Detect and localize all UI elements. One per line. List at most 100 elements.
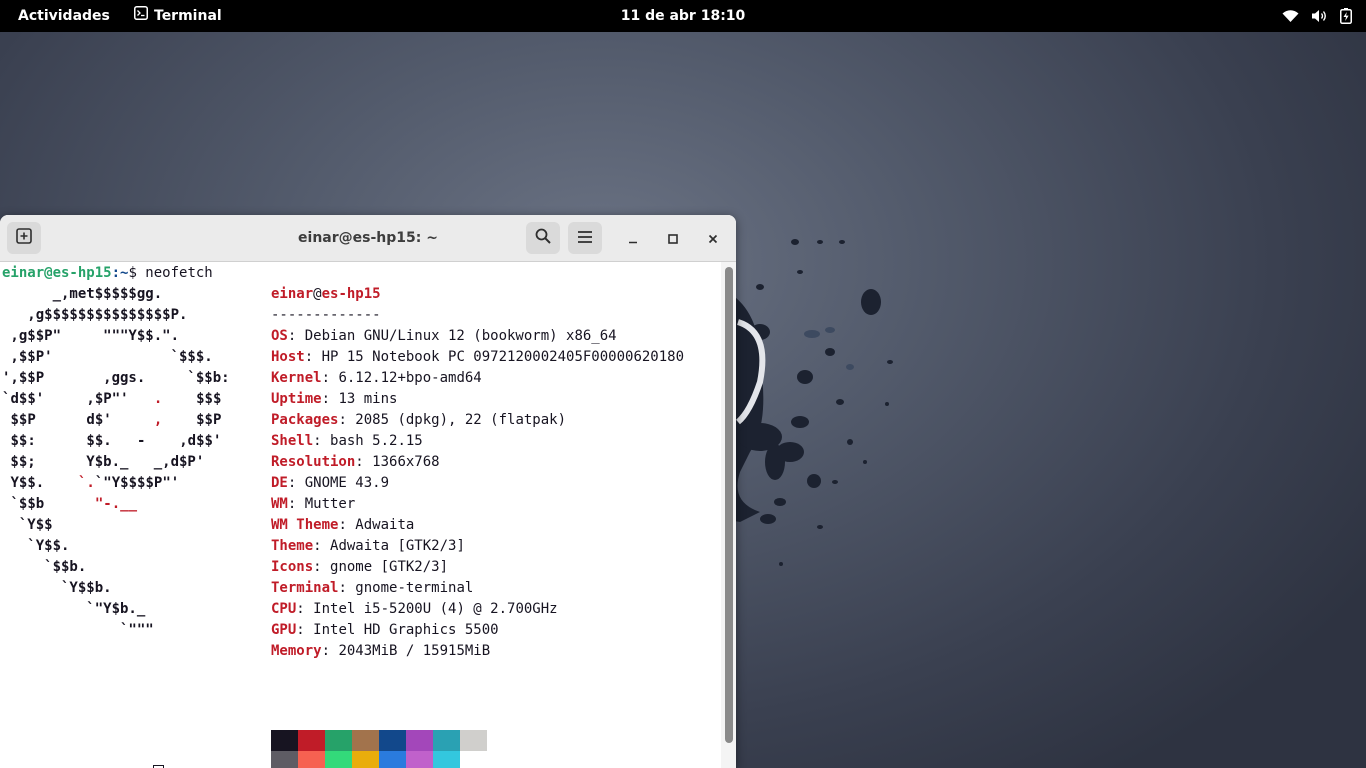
- prompt-line: einar@es-hp15:~$ neofetch: [2, 263, 213, 284]
- search-button[interactable]: [526, 222, 560, 254]
- logo-line: ,$$P' `$$$.: [2, 349, 213, 365]
- app-menu-label: Terminal: [154, 8, 222, 24]
- info-row: Memory: 2043MiB / 15915MiB: [271, 643, 491, 659]
- color-swatch: [379, 730, 406, 751]
- color-swatch: [298, 730, 325, 751]
- info-value: Intel i5-5200U (4) @ 2.700GHz: [313, 601, 558, 617]
- color-swatch: [325, 751, 352, 768]
- info-value: bash 5.2.15: [330, 433, 423, 449]
- terminal-window[interactable]: einar@es-hp15: ~ einar@es-hp15:~$ neofet…: [0, 215, 736, 768]
- info-value: Debian GNU/Linux 12 (bookworm) x86_64: [304, 328, 617, 344]
- main-menu-button[interactable]: [568, 222, 602, 254]
- prompt-user-host: einar@es-hp15: [2, 265, 112, 281]
- info-value: 6.12.12+bpo-amd64: [338, 370, 482, 386]
- prompt-command: neofetch: [145, 265, 213, 281]
- info-host: es-hp15: [321, 286, 381, 302]
- color-swatch: [379, 751, 406, 768]
- color-swatch: [271, 751, 298, 768]
- terminal-app-icon: [134, 0, 148, 32]
- color-swatch: [298, 751, 325, 768]
- color-swatch: [352, 751, 379, 768]
- logo-line: ,g$$$$$$$$$$$$$$$P.: [2, 307, 188, 323]
- info-row: Icons: gnome [GTK2/3]: [271, 559, 449, 575]
- info-value: 13 mins: [338, 391, 398, 407]
- info-value: Mutter: [304, 496, 356, 512]
- app-menu-terminal[interactable]: Terminal: [134, 0, 222, 32]
- battery-icon[interactable]: [1340, 8, 1352, 24]
- info-row: Uptime: 13 mins: [271, 391, 398, 407]
- info-separator: -------------: [271, 307, 381, 323]
- minimize-button[interactable]: [621, 226, 645, 250]
- info-value: 2085 (dpkg), 22 (flatpak): [355, 412, 567, 428]
- info-row: Terminal: gnome-terminal: [271, 580, 474, 596]
- info-key: WM Theme: [271, 517, 339, 533]
- hamburger-menu-icon: [577, 229, 593, 248]
- color-swatch: [406, 730, 433, 751]
- logo-line: `$$b "-.__: [10, 496, 137, 512]
- logo-line: ',$$P ,ggs. `$$b:: [2, 370, 230, 386]
- info-row: Kernel: 6.12.12+bpo-amd64: [271, 370, 482, 386]
- info-key: Icons: [271, 559, 314, 575]
- info-row: Packages: 2085 (dpkg), 22 (flatpak): [271, 412, 567, 428]
- volume-icon[interactable]: [1311, 9, 1328, 23]
- info-value: gnome-terminal: [355, 580, 474, 596]
- logo-line: `d$$' ,$P"' . $$$: [2, 391, 222, 407]
- info-row: Shell: bash 5.2.15: [271, 433, 423, 449]
- top-bar: Actividades Terminal 11 de abr 18:10: [0, 0, 1366, 32]
- info-row: GPU: Intel HD Graphics 5500: [271, 622, 499, 638]
- clock-label[interactable]: 11 de abr 18:10: [621, 8, 746, 24]
- logo-line: $$: $$. - ,d$$': [10, 433, 222, 449]
- color-swatch: [271, 730, 298, 751]
- info-value: GNOME 43.9: [304, 475, 390, 491]
- terminal-scrollbar[interactable]: [721, 262, 736, 768]
- close-icon: [708, 229, 718, 248]
- prompt-path: :~: [111, 265, 129, 281]
- window-headerbar[interactable]: einar@es-hp15: ~: [0, 215, 736, 262]
- wifi-icon[interactable]: [1282, 9, 1299, 23]
- info-key: CPU: [271, 601, 297, 617]
- info-row: WM: Mutter: [271, 496, 356, 512]
- logo-line: _,met$$$$$gg.: [2, 286, 163, 302]
- info-key: Resolution: [271, 454, 356, 470]
- info-key: Terminal: [271, 580, 339, 596]
- system-tray[interactable]: [1282, 0, 1352, 32]
- logo-line: `$$b.: [2, 559, 87, 575]
- logo-line: Y$$. `.`"Y$$$$P"': [10, 475, 180, 491]
- info-row: DE: GNOME 43.9: [271, 475, 390, 491]
- logo-line: `Y$$b.: [2, 580, 112, 596]
- new-tab-button[interactable]: [7, 222, 41, 254]
- info-key: Memory: [271, 643, 322, 659]
- logo-line: `"Y$b._: [2, 601, 146, 617]
- color-swatch: [433, 730, 460, 751]
- logo-line: `Y$$.: [2, 538, 70, 554]
- info-value: Adwaita: [355, 517, 415, 533]
- info-value: gnome [GTK2/3]: [330, 559, 449, 575]
- info-key: Theme: [271, 538, 314, 554]
- maximize-icon: [668, 229, 678, 248]
- logo-line: $$; Y$b._ _,d$P': [2, 454, 205, 470]
- info-row: OS: Debian GNU/Linux 12 (bookworm) x86_6…: [271, 328, 617, 344]
- color-swatch: [433, 751, 460, 768]
- info-key: Host: [271, 349, 305, 365]
- activities-button[interactable]: Actividades: [18, 0, 110, 32]
- info-user-host: einar@es-hp15: [271, 284, 381, 305]
- info-value: Adwaita [GTK2/3]: [330, 538, 465, 554]
- info-key: GPU: [271, 622, 297, 638]
- color-swatch: [325, 730, 352, 751]
- terminal-output[interactable]: einar@es-hp15:~$ neofetch _,met$$$$$gg. …: [0, 262, 720, 768]
- info-key: WM: [271, 496, 288, 512]
- info-key: Shell: [271, 433, 314, 449]
- info-key: Uptime: [271, 391, 322, 407]
- info-row: Theme: Adwaita [GTK2/3]: [271, 538, 465, 554]
- info-row: Host: HP 15 Notebook PC 0972120002405F00…: [271, 349, 685, 365]
- info-value: HP 15 Notebook PC 0972120002405F00000620…: [321, 349, 685, 365]
- maximize-button[interactable]: [661, 226, 685, 250]
- info-value: 1366x768: [372, 454, 440, 470]
- scrollbar-thumb[interactable]: [725, 267, 733, 743]
- info-key: DE: [271, 475, 288, 491]
- close-button[interactable]: [701, 226, 725, 250]
- search-icon: [535, 228, 551, 248]
- logo-line: ,g$$P" """Y$$.".: [2, 328, 180, 344]
- logo-line: `Y$$: [2, 517, 53, 533]
- info-value: 2043MiB / 15915MiB: [338, 643, 491, 659]
